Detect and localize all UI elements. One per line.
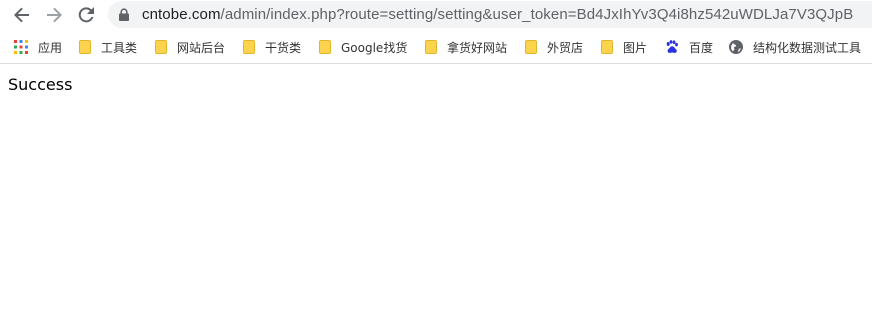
bookmark-label: 工具类 — [101, 40, 138, 55]
bookmark-folder-tips[interactable]: 干货类 — [243, 36, 301, 58]
bookmark-label: 干货类 — [265, 40, 302, 55]
lock-icon[interactable] — [118, 8, 130, 21]
baidu-paw-icon — [666, 40, 678, 53]
folder-icon — [155, 40, 167, 54]
reload-icon — [78, 7, 94, 23]
bookmark-label: 应用 — [38, 40, 63, 55]
globe-icon — [729, 40, 743, 54]
url-text[interactable]: cntobe.com/admin/index.php?route=setting… — [142, 5, 853, 24]
bookmark-apps[interactable]: 应用 — [14, 36, 62, 58]
forward-button[interactable] — [42, 3, 66, 27]
back-button[interactable] — [10, 3, 34, 27]
bookmark-folder-images[interactable]: 图片 — [601, 36, 647, 58]
url-host: cntobe.com — [142, 6, 221, 23]
bookmark-label: 图片 — [623, 40, 648, 55]
folder-icon — [425, 40, 437, 54]
bookmark-baidu[interactable]: 百度 — [665, 36, 713, 58]
browser-toolbar: cntobe.com/admin/index.php?route=setting… — [0, 0, 872, 29]
bookmark-label: Google找货 — [341, 40, 408, 55]
folder-icon — [79, 40, 91, 54]
bookmark-label: 拿货好网站 — [447, 40, 508, 55]
bookmark-folder-foreign-trade[interactable]: 外贸店 — [525, 36, 583, 58]
apps-grid-icon — [14, 40, 28, 54]
page-message: Success — [8, 75, 73, 94]
arrow-right-icon — [47, 7, 62, 23]
bookmark-folder-tools[interactable]: 工具类 — [79, 36, 137, 58]
bookmark-folder-wholesale-sites[interactable]: 拿货好网站 — [425, 36, 507, 58]
bookmark-label: 百度 — [689, 40, 714, 55]
address-bar[interactable]: cntobe.com/admin/index.php?route=setting… — [108, 1, 872, 28]
arrow-left-icon — [14, 7, 29, 23]
bookmark-label: 结构化数据测试工具 — [753, 40, 862, 55]
folder-icon — [601, 40, 613, 54]
bookmark-folder-google-sourcing[interactable]: Google找货 — [319, 36, 407, 58]
url-path: /admin/index.php?route=setting/setting&u… — [220, 6, 854, 23]
bookmark-folder-site-admin[interactable]: 网站后台 — [155, 36, 225, 58]
folder-icon — [243, 40, 255, 54]
folder-icon — [525, 40, 537, 54]
bookmark-structured-data-tool[interactable]: 结构化数据测试工具 — [729, 36, 861, 58]
bookmark-label: 外贸店 — [547, 40, 584, 55]
bookmarks-bar: 应用 工具类 网站后台 干货类 Google找货 拿货好网站 外贸店 图片 百度 — [0, 30, 872, 64]
folder-icon — [319, 40, 331, 54]
reload-button[interactable] — [74, 3, 98, 27]
bookmark-label: 网站后台 — [177, 40, 226, 55]
